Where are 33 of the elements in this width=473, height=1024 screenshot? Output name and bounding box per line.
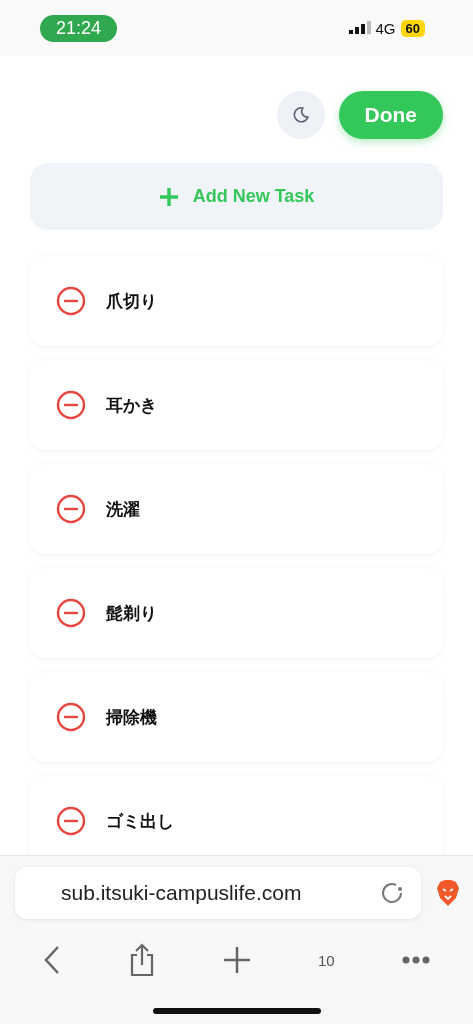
minus-circle-icon	[56, 598, 86, 628]
remove-button[interactable]	[56, 286, 86, 316]
plus-icon	[223, 946, 252, 974]
moon-icon	[291, 106, 310, 124]
task-label: 洗濯	[106, 497, 140, 521]
minus-circle-icon	[56, 806, 86, 836]
minus-circle-icon	[56, 494, 86, 524]
battery-level: 60	[400, 19, 425, 37]
remove-button[interactable]	[56, 390, 86, 420]
task-label: 耳かき	[106, 393, 157, 417]
clock: 21:24	[40, 14, 118, 42]
task-label: ゴミ出し	[106, 809, 174, 833]
task-label: 髭剃り	[106, 601, 157, 625]
task-label: 掃除機	[106, 705, 157, 729]
back-icon	[43, 945, 62, 975]
remove-button[interactable]	[56, 806, 86, 836]
reload-icon[interactable]	[379, 880, 405, 906]
minus-circle-icon	[56, 702, 86, 732]
network-type: 4G	[375, 19, 396, 37]
plus-icon	[158, 186, 179, 207]
dark-mode-button[interactable]	[276, 91, 325, 139]
tabs-button[interactable]: 10	[314, 947, 339, 973]
url-text: sub.itsuki-campuslife.com	[61, 881, 303, 905]
lion-icon[interactable]	[437, 880, 459, 906]
signal-icon	[348, 21, 371, 35]
remove-button[interactable]	[56, 702, 86, 732]
minus-circle-icon	[56, 390, 86, 420]
address-bar[interactable]: sub.itsuki-campuslife.com	[15, 867, 421, 919]
task-label: 爪切り	[106, 289, 157, 313]
remove-button[interactable]	[56, 598, 86, 628]
remove-button[interactable]	[56, 494, 86, 524]
minus-circle-icon	[56, 286, 86, 316]
more-icon	[401, 956, 430, 964]
